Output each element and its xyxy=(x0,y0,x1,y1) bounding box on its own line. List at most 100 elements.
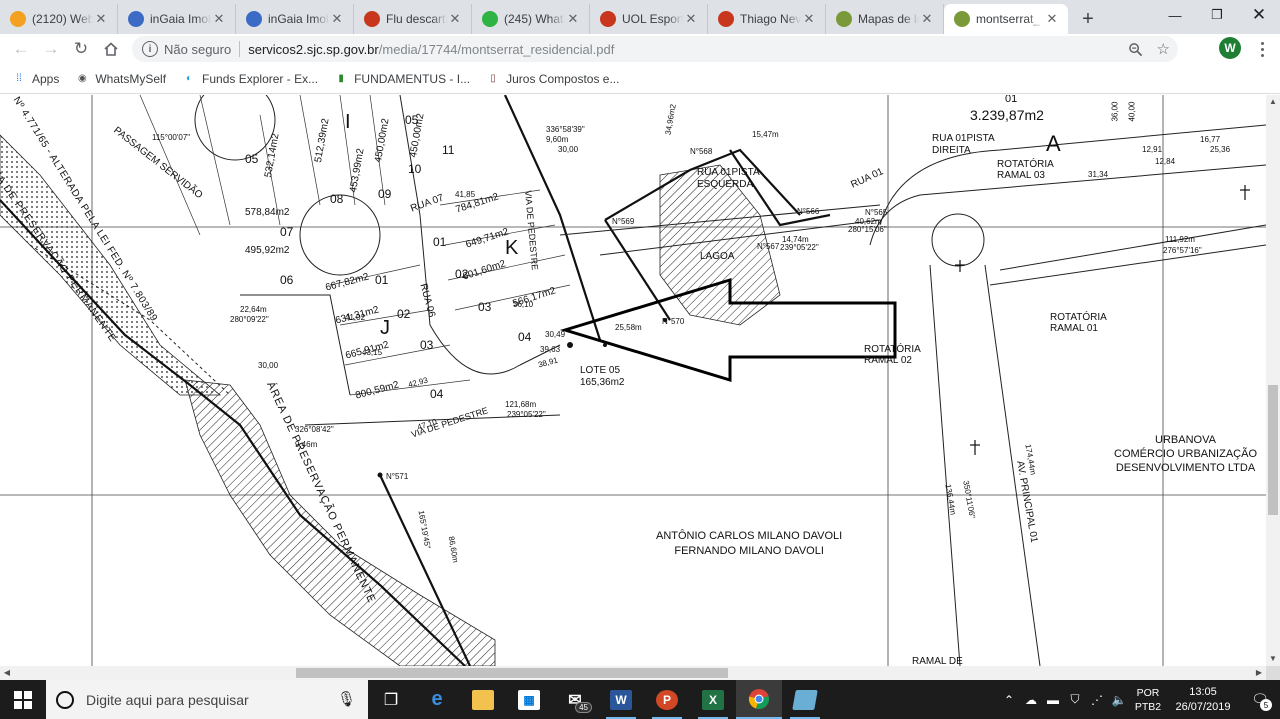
clock-time: 13:05 xyxy=(1189,685,1217,698)
bookmarks-bar: ⁞⁞ Apps ◉ WhatsMySelf ◐ Funds Explorer - Ex..… xyxy=(0,64,1280,94)
search-placeholder: Digite aqui para pesquisar xyxy=(86,691,249,708)
close-tab-icon[interactable]: ✕ xyxy=(919,11,935,27)
reload-icon: ↻ xyxy=(73,39,89,58)
volume-icon[interactable]: 🔈 xyxy=(1108,693,1130,707)
security-shield-icon[interactable]: ⛉ xyxy=(1064,692,1086,707)
tab-6[interactable]: Thiago Neve✕ xyxy=(708,4,826,34)
close-tab-icon[interactable]: ✕ xyxy=(1044,11,1060,27)
close-tab-icon[interactable]: ✕ xyxy=(683,11,699,27)
start-button[interactable] xyxy=(0,680,46,719)
maximize-button[interactable]: ❐ xyxy=(1196,0,1238,30)
mail-app[interactable]: ✉ 45 xyxy=(552,680,598,719)
bookmark-4[interactable]: ▯ Juros Compostos e... xyxy=(486,72,619,86)
bookmark-3[interactable]: ▮ FUNDAMENTUS - I... xyxy=(334,72,470,86)
close-tab-icon[interactable]: ✕ xyxy=(447,11,463,27)
tab-5[interactable]: UOL Esporte✕ xyxy=(590,4,708,34)
juros-icon: ▯ xyxy=(490,73,496,84)
tab-8[interactable]: montserrat_ ✕ xyxy=(944,4,1068,34)
scroll-right-arrow-icon[interactable]: ▶ xyxy=(1252,666,1266,680)
zoom-icon[interactable] xyxy=(1128,42,1143,57)
windows-taskbar: Digite aqui para pesquisar 🎙 ❐ e ▦ ✉ 45 W… xyxy=(0,680,1280,719)
close-tab-icon[interactable]: ✕ xyxy=(565,11,581,27)
file-explorer-app[interactable] xyxy=(460,680,506,719)
bookmark-label: WhatsMySelf xyxy=(95,71,167,86)
action-center-button[interactable]: 🗨 5 xyxy=(1240,680,1280,719)
tab-1[interactable]: inGaia Imob ✕ xyxy=(118,4,236,34)
edge-app[interactable]: e xyxy=(414,680,460,719)
forward-button[interactable]: → xyxy=(36,35,66,63)
bookmark-1[interactable]: ◉ WhatsMySelf xyxy=(75,72,166,86)
arrow-left-icon: ← xyxy=(12,39,30,58)
new-tab-button[interactable]: + xyxy=(1074,4,1102,34)
dimension-label: 12,84 xyxy=(1155,157,1176,166)
url-host[interactable]: servicos2.sjc.sp.gov.br xyxy=(248,42,379,57)
dimension-label: 239°05'22" xyxy=(507,410,546,419)
bookmark-label: Funds Explorer - Ex... xyxy=(202,71,319,86)
app-window-icon xyxy=(792,689,818,710)
arrow-right-icon: → xyxy=(42,39,60,58)
tab-title: Mapas de lo xyxy=(858,12,919,26)
dimension-label: 25,36 xyxy=(1210,145,1231,154)
url-path[interactable]: /media/17744/montserrat_residencial.pdf xyxy=(379,42,615,57)
plan-rotatoria-ramal01: ROTATÓRIA RAMAL 01 xyxy=(1050,312,1107,334)
address-bar[interactable]: i Não seguro servicos2.sjc.sp.gov.br/med… xyxy=(132,36,1178,62)
chrome-app[interactable] xyxy=(736,680,782,719)
tray-overflow-chevron-icon[interactable]: ⌃ xyxy=(998,693,1020,707)
home-button[interactable] xyxy=(96,35,126,63)
tab-strip: (2120) Web ✕ inGaia Imob ✕ inGaia Imob ✕ Flu d… xyxy=(0,0,1280,34)
dimension-label: 36,10 xyxy=(513,300,534,309)
cortana-icon xyxy=(56,690,74,709)
tab-list: (2120) Web ✕ inGaia Imob ✕ inGaia Imob ✕ Flu d… xyxy=(0,0,1068,34)
store-app[interactable]: ▦ xyxy=(506,680,552,719)
scroll-up-arrow-icon[interactable]: ▲ xyxy=(1266,95,1280,109)
info-icon[interactable]: i xyxy=(142,41,158,57)
bookmark-star-icon[interactable]: ☆ xyxy=(1157,40,1170,58)
tab-0[interactable]: (2120) Web ✕ xyxy=(0,4,118,34)
excel-app[interactable]: X xyxy=(690,680,736,719)
back-button[interactable]: ← xyxy=(6,35,36,63)
uol-icon xyxy=(718,11,734,27)
scroll-left-arrow-icon[interactable]: ◀ xyxy=(0,666,14,680)
reload-button[interactable]: ↻ xyxy=(66,35,96,63)
storage-icon[interactable]: ▬ xyxy=(1042,693,1064,707)
pdf-viewer[interactable]: 3.239,87m2 01 A I J K RUA 01PISTA DIREIT… xyxy=(0,95,1266,666)
close-window-button[interactable]: ✕ xyxy=(1238,0,1280,30)
taskbar-search-box[interactable]: Digite aqui para pesquisar 🎙 xyxy=(46,680,368,719)
close-tab-icon[interactable]: ✕ xyxy=(801,11,817,27)
security-label[interactable]: Não seguro xyxy=(164,42,231,57)
browser-toolbar: ← → ↻ i Não seguro servicos2.sjc.sp.gov.… xyxy=(0,34,1280,64)
system-clock[interactable]: 13:05 26/07/2019 xyxy=(1166,685,1240,715)
scroll-down-arrow-icon[interactable]: ▼ xyxy=(1266,652,1280,666)
close-tab-icon[interactable]: ✕ xyxy=(211,11,227,27)
tab-title: montserrat_ xyxy=(976,12,1041,26)
word-app[interactable]: W xyxy=(598,680,644,719)
vertical-scrollbar[interactable]: ▲ ▼ xyxy=(1266,95,1280,666)
profile-avatar[interactable]: W xyxy=(1219,37,1241,59)
horizontal-scrollbar[interactable]: ◀ ▶ xyxy=(0,666,1266,680)
bookmark-0[interactable]: ⁞⁞ Apps xyxy=(12,72,59,86)
vertical-scroll-thumb[interactable] xyxy=(1268,385,1278,515)
close-tab-icon[interactable]: ✕ xyxy=(93,11,109,27)
tab-7[interactable]: Mapas de lo ✕ xyxy=(826,4,944,34)
bookmark-2[interactable]: ◐ Funds Explorer - Ex... xyxy=(182,72,318,86)
tab-title: (245) Whats xyxy=(504,12,565,26)
powerpoint-app[interactable]: P xyxy=(644,680,690,719)
microphone-icon[interactable]: 🎙 xyxy=(337,690,356,708)
chrome-menu-button[interactable] xyxy=(1254,38,1270,60)
close-tab-icon[interactable]: ✕ xyxy=(329,11,345,27)
plan-rua01-direita: RUA 01PISTA DIREITA xyxy=(932,133,995,156)
language-indicator[interactable]: POR PTB2 xyxy=(1130,686,1166,714)
task-view-button[interactable]: ❐ xyxy=(368,680,414,719)
dimension-label: 115°00'07" xyxy=(152,133,191,142)
tab-4[interactable]: (245) Whats ✕ xyxy=(472,4,590,34)
tab-3[interactable]: Flu descarta ✕ xyxy=(354,4,472,34)
network-icon[interactable]: ⋰ xyxy=(1086,693,1108,707)
horizontal-scroll-thumb[interactable] xyxy=(296,668,728,678)
tab-2[interactable]: inGaia Imob ✕ xyxy=(236,4,354,34)
pinned-app[interactable] xyxy=(782,680,828,719)
minimize-button[interactable]: — xyxy=(1154,0,1196,30)
fundamentus-icon: ▮ xyxy=(338,73,344,84)
onedrive-cloud-icon[interactable]: ☁ xyxy=(1020,693,1042,707)
window-controls: — ❐ ✕ xyxy=(1154,0,1280,30)
plan-urbanova-owner: URBANOVA COMÉRCIO URBANIZAÇÃO DESENVOLVI… xyxy=(1114,434,1258,474)
